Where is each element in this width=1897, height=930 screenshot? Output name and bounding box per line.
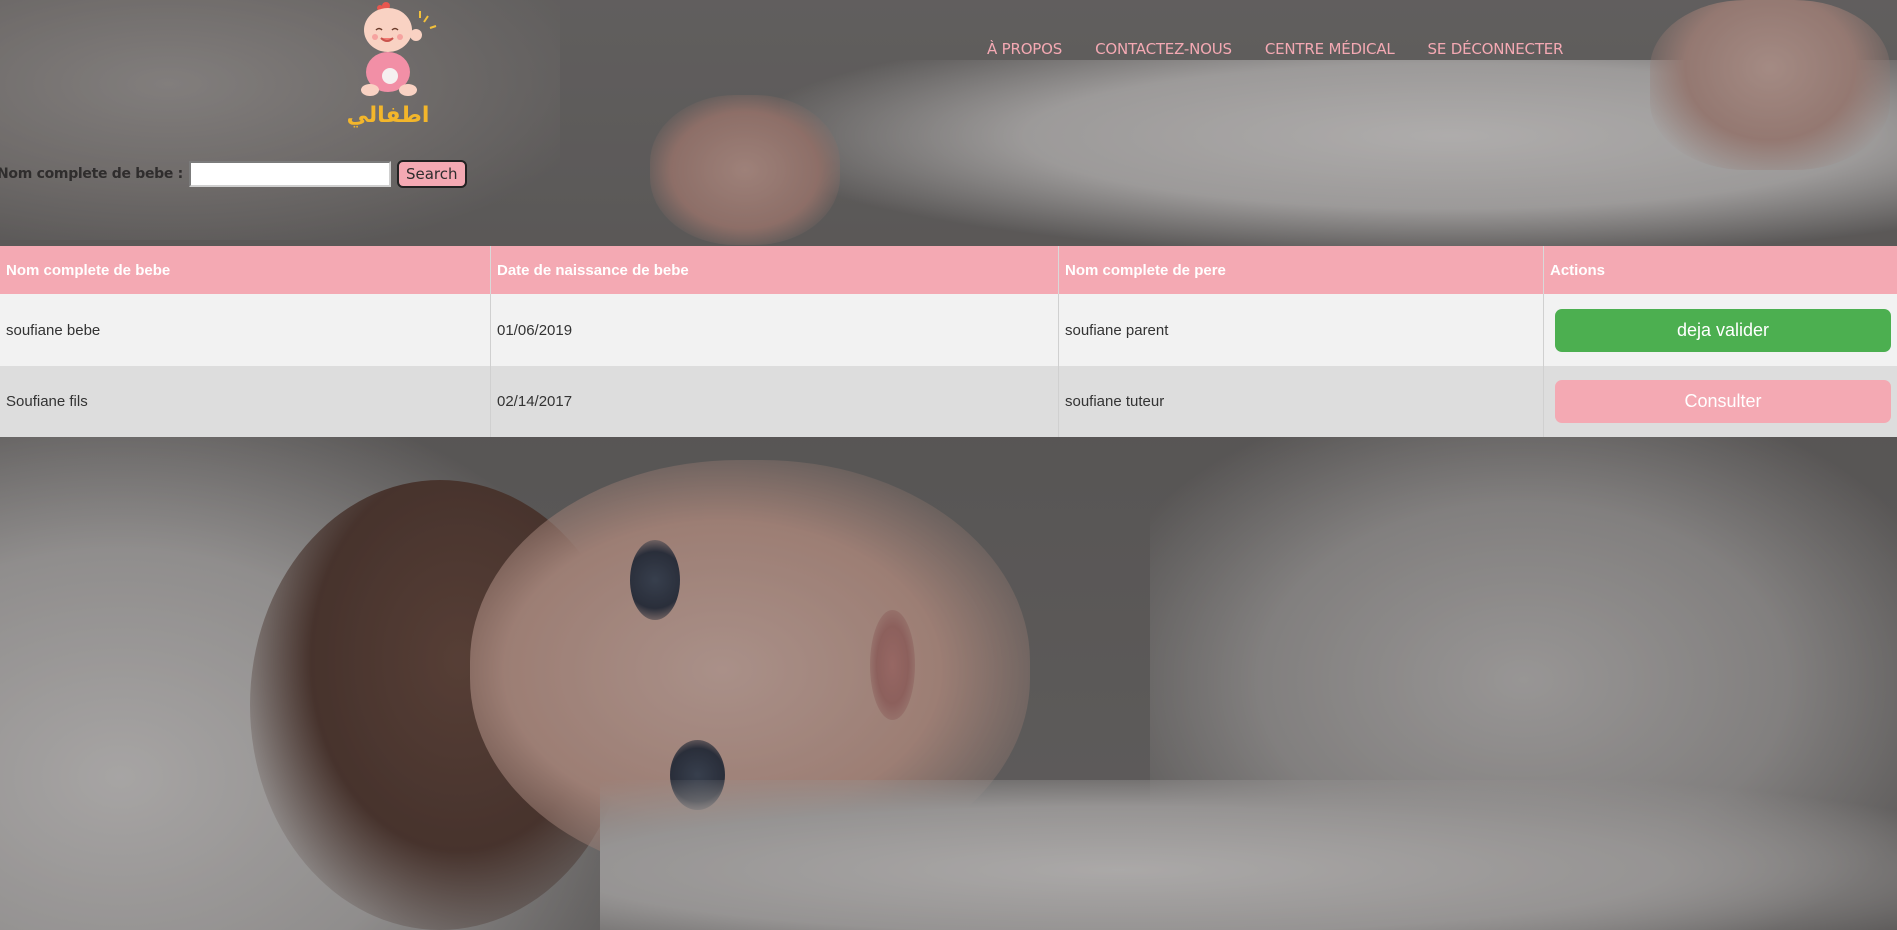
deja-valider-button[interactable]: deja valider [1555, 308, 1891, 352]
nav-centre-medical[interactable]: CENTRE MÉDICAL [1265, 40, 1395, 58]
background-photo [0, 0, 1897, 930]
header-nom-bebe: Nom complete de bebe [0, 246, 491, 294]
babies-table: Nom complete de bebe Date de naissance d… [0, 246, 1897, 437]
search-bar: Nom complete de bebe : Search [0, 160, 467, 188]
nav-a-propos[interactable]: À PROPOS [987, 40, 1062, 58]
cell-nom-pere: soufiane parent [1058, 294, 1544, 366]
table-header-row: Nom complete de bebe Date de naissance d… [0, 246, 1897, 294]
table-row: soufiane bebe 01/06/2019 soufiane parent… [0, 294, 1897, 366]
cell-nom-bebe: soufiane bebe [0, 294, 491, 366]
nav-contactez-nous[interactable]: CONTACTEZ-NOUS [1095, 40, 1232, 58]
svg-text:اطفالي: اطفالي [348, 103, 429, 128]
header-actions: Actions [1543, 246, 1897, 294]
cell-nom-bebe: Soufiane fils [0, 366, 491, 437]
search-label: Nom complete de bebe : [0, 166, 183, 182]
header-nom-pere: Nom complete de pere [1058, 246, 1544, 294]
cell-date-naissance: 02/14/2017 [490, 366, 1059, 437]
table-row: Soufiane fils 02/14/2017 soufiane tuteur… [0, 366, 1897, 437]
header-date-naissance: Date de naissance de bebe [490, 246, 1059, 294]
search-button[interactable]: Search [396, 160, 467, 188]
cell-actions: Consulter [1543, 366, 1897, 437]
search-input[interactable] [188, 161, 391, 187]
cell-nom-pere: soufiane tuteur [1058, 366, 1544, 437]
consulter-button[interactable]: Consulter [1555, 380, 1891, 423]
top-nav: À PROPOS CONTACTEZ-NOUS CENTRE MÉDICAL S… [987, 40, 1563, 58]
cell-date-naissance: 01/06/2019 [490, 294, 1059, 366]
baby-logo[interactable]: اطفالي [348, 0, 448, 130]
cell-actions: deja valider [1543, 294, 1897, 366]
nav-se-deconnecter[interactable]: SE DÉCONNECTER [1428, 40, 1564, 58]
